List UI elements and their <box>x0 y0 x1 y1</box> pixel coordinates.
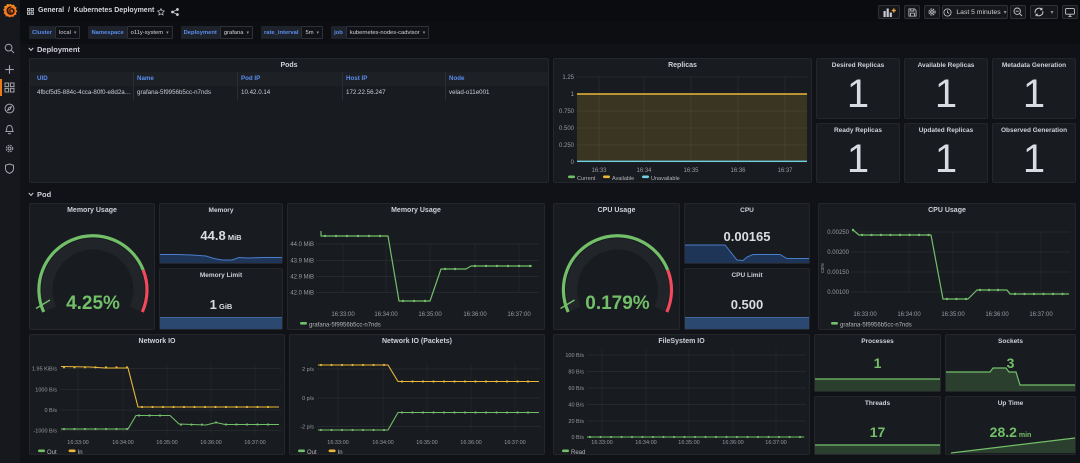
svg-text:-1000 B/s: -1000 B/s <box>33 429 57 435</box>
svg-text:16:34:00: 16:34:00 <box>897 312 921 318</box>
svg-text:42.0 MiB: 42.0 MiB <box>290 291 314 297</box>
svg-text:16:34:00: 16:34:00 <box>112 440 133 446</box>
svg-text:0.750: 0.750 <box>559 109 575 115</box>
svg-text:0.00150: 0.00150 <box>827 270 849 276</box>
svg-text:16:36:00: 16:36:00 <box>722 440 743 446</box>
svg-text:16:35:00: 16:35:00 <box>941 312 965 318</box>
svg-text:80 B/s: 80 B/s <box>568 370 584 376</box>
svg-text:100 B/s: 100 B/s <box>565 353 584 359</box>
svg-text:1: 1 <box>571 92 575 98</box>
svg-text:16:33: 16:33 <box>591 168 607 174</box>
svg-text:16:36:00: 16:36:00 <box>985 312 1009 318</box>
svg-text:Current: Current <box>577 176 596 182</box>
svg-text:0 B/s: 0 B/s <box>571 435 584 441</box>
svg-text:0.00100: 0.00100 <box>827 290 849 296</box>
svg-text:43.9 MiB: 43.9 MiB <box>290 259 314 265</box>
svg-text:44.0 MiB: 44.0 MiB <box>290 242 314 248</box>
svg-text:16:37:00: 16:37:00 <box>244 440 265 446</box>
svg-text:16:35:00: 16:35:00 <box>418 312 442 318</box>
svg-text:16:34: 16:34 <box>636 168 652 174</box>
svg-text:2 p/s: 2 p/s <box>302 367 314 373</box>
svg-text:16:37:00: 16:37:00 <box>504 440 525 446</box>
svg-text:16:37: 16:37 <box>777 168 793 174</box>
svg-text:40 B/s: 40 B/s <box>568 403 584 409</box>
svg-text:20 B/s: 20 B/s <box>568 419 584 425</box>
svg-text:In: In <box>338 450 343 456</box>
svg-text:16:34:00: 16:34:00 <box>372 440 393 446</box>
svg-text:16:36:00: 16:36:00 <box>460 440 481 446</box>
svg-text:In: In <box>78 450 83 456</box>
svg-text:16:35:00: 16:35:00 <box>156 440 177 446</box>
svg-text:60 B/s: 60 B/s <box>568 386 584 392</box>
svg-text:16:34:00: 16:34:00 <box>374 312 398 318</box>
svg-text:16:34:00: 16:34:00 <box>635 440 656 446</box>
svg-text:16:35:00: 16:35:00 <box>416 440 437 446</box>
svg-text:0.00250: 0.00250 <box>827 230 849 236</box>
svg-text:Available: Available <box>612 176 634 182</box>
svg-text:0.250: 0.250 <box>559 143 575 149</box>
svg-text:core: core <box>820 263 826 273</box>
svg-text:Unavailable: Unavailable <box>651 176 680 182</box>
svg-text:Read: Read <box>571 450 585 456</box>
svg-text:16:36: 16:36 <box>730 168 746 174</box>
svg-text:grafana-5f9956b5cc-n7nds: grafana-5f9956b5cc-n7nds <box>309 323 381 329</box>
svg-text:16:35: 16:35 <box>683 168 699 174</box>
svg-text:1.95 KiB/s: 1.95 KiB/s <box>32 367 57 373</box>
svg-text:42.9 MiB: 42.9 MiB <box>290 275 314 281</box>
svg-text:16:33:00: 16:33:00 <box>327 440 348 446</box>
svg-text:0 B/s: 0 B/s <box>44 408 57 414</box>
svg-text:16:35:00: 16:35:00 <box>678 440 699 446</box>
svg-text:16:36:00: 16:36:00 <box>463 312 487 318</box>
svg-text:16:37:00: 16:37:00 <box>507 312 531 318</box>
svg-text:16:33:00: 16:33:00 <box>853 312 877 318</box>
svg-text:1000 B/s: 1000 B/s <box>35 388 57 394</box>
svg-text:4.25%: 4.25% <box>66 293 120 314</box>
svg-text:16:33:00: 16:33:00 <box>591 440 612 446</box>
svg-text:Out: Out <box>307 450 317 456</box>
svg-text:16:36:00: 16:36:00 <box>200 440 221 446</box>
svg-text:0 p/s: 0 p/s <box>302 396 314 402</box>
svg-text:Out: Out <box>47 450 57 456</box>
svg-text:1.25: 1.25 <box>562 75 574 81</box>
svg-text:16:33:00: 16:33:00 <box>67 440 88 446</box>
svg-text:0.00200: 0.00200 <box>827 250 849 256</box>
svg-text:16:37:00: 16:37:00 <box>1029 312 1053 318</box>
svg-text:0.500: 0.500 <box>559 126 575 132</box>
svg-text:-2 p/s: -2 p/s <box>300 425 314 431</box>
svg-text:0: 0 <box>571 160 575 166</box>
svg-text:grafana-5f9956b5cc-n7nds: grafana-5f9956b5cc-n7nds <box>840 323 912 329</box>
svg-text:16:33:00: 16:33:00 <box>331 312 355 318</box>
svg-text:0.179%: 0.179% <box>585 293 650 314</box>
svg-text:16:37:00: 16:37:00 <box>765 440 786 446</box>
